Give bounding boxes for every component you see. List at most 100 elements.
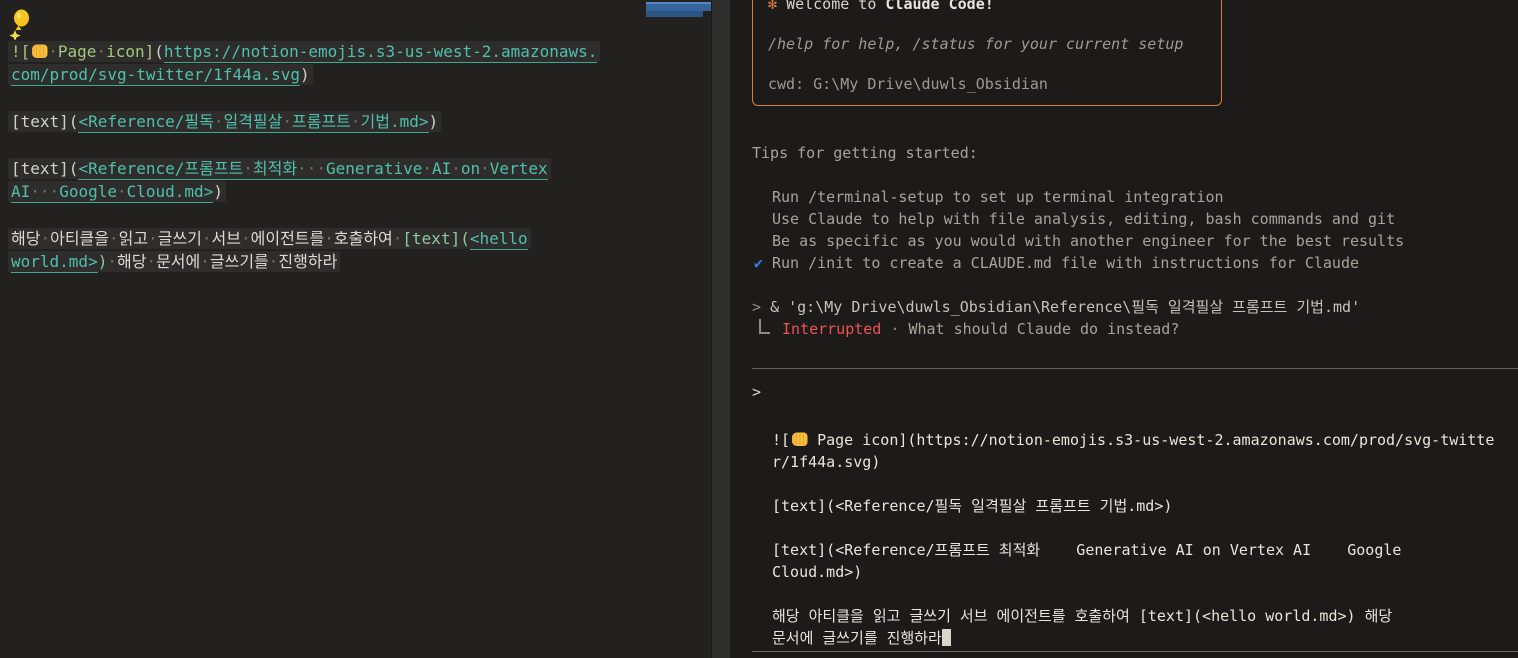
editor-line[interactable]: ![·Page·icon](https://notion-emojis.s3-u… <box>8 40 730 63</box>
prompt-line[interactable]: > <box>752 381 1518 403</box>
whitespace-dot: · <box>148 229 158 248</box>
markdown-token: ) <box>428 112 439 131</box>
whitespace-dot: · <box>240 229 251 248</box>
whitespace-dot: · <box>316 159 327 178</box>
terminal-input-line[interactable]: 문서에 글쓰기를 진행하라 <box>772 627 1518 649</box>
terminal-input-text[interactable]: ![ Page icon](https://notion-emojis.s3-u… <box>772 429 1518 649</box>
whitespace-dot: · <box>451 159 461 178</box>
whitespace-dot: · <box>30 182 40 201</box>
prompt-caret: > <box>752 298 771 316</box>
whitespace-dot: · <box>392 229 403 248</box>
tip-item: Use Claude to help with file analysis, e… <box>772 210 1396 228</box>
terminal-input-line[interactable]: 해당 아티클을 읽고 글쓰기 서브 에이전트를 호출하여 [text](<hel… <box>772 605 1518 627</box>
terminal-input-line[interactable] <box>772 473 1518 495</box>
split-view: ![·Page·icon](https://notion-emojis.s3-u… <box>0 0 1518 658</box>
tip-item: Be as specific as you would with another… <box>772 232 1405 250</box>
terminal-input-line[interactable]: Cloud.md>) <box>772 561 1518 583</box>
markdown-link[interactable]: <Reference/프롬프트·최적화···Generative·AI·on·V… <box>78 159 548 180</box>
editor-line[interactable]: [text](<Reference/필독·일격필살·프롬프트·기법.md>) <box>8 110 730 133</box>
markdown-token: ( <box>154 42 164 61</box>
terminal-input-line[interactable]: [text](<Reference/프롬프트 최적화 Generative AI… <box>772 539 1518 561</box>
editor-content[interactable]: ![·Page·icon](https://notion-emojis.s3-u… <box>8 40 730 273</box>
whitespace-dot: · <box>422 159 432 178</box>
brand-name: Claude Code! <box>885 0 994 13</box>
whitespace-dot: · <box>268 252 279 271</box>
editor-line[interactable]: world.md>)·해당·문서에·글쓰기를·진행하라 <box>8 250 730 273</box>
tip-item: Run /terminal-setup to set up terminal i… <box>772 188 1224 206</box>
terminal-input-line[interactable]: [text](<Reference/필독 일격필살 프롬프트 기법.md>) <box>772 495 1518 517</box>
whitespace-dot: · <box>297 159 307 178</box>
whitespace-dot: · <box>282 112 293 131</box>
welcome-title-text: Welcome to <box>786 0 886 13</box>
prompt-caret: > <box>752 383 762 401</box>
tips-section: Tips for getting started: Run /terminal-… <box>752 142 1518 274</box>
previous-command-line: > & 'g:\My Drive\duwls_Obsidian\Referenc… <box>752 296 1518 318</box>
markdown-token: ) <box>213 182 223 201</box>
terminal-input-line[interactable] <box>772 517 1518 539</box>
interrupted-result-line: Interrupted · What should Claude do inst… <box>752 318 1518 340</box>
welcome-title: ✻ Welcome to Claude Code! <box>768 0 1206 15</box>
markdown-paragraph[interactable]: [text](<Reference/필독·일격필살·프롬프트·기법.md>) <box>8 110 730 133</box>
whitespace-dot: · <box>480 159 490 178</box>
tips-header: Tips for getting started: <box>752 144 978 162</box>
minimap-selection-mark[interactable] <box>646 2 711 11</box>
dot-separator: · <box>881 320 909 338</box>
editor-line[interactable]: 해당·아티클을·읽고·글쓰기·서브·에이전트를·호출하여·[text](<hel… <box>8 227 730 250</box>
markdown-token: ) <box>299 65 310 84</box>
whitespace-dot: · <box>96 42 107 61</box>
markdown-paragraph[interactable]: 해당·아티클을·읽고·글쓰기·서브·에이전트를·호출하여·[text](<hel… <box>8 227 730 273</box>
markdown-link[interactable]: <hello <box>469 229 528 250</box>
interrupt-elbow-icon <box>759 319 770 334</box>
whitespace-dot: · <box>49 182 60 201</box>
whitespace-dot: · <box>200 252 210 271</box>
markdown-token: 해당·아티클을·읽고·글쓰기·서브·에이전트를·호출하여· <box>11 229 403 248</box>
editor-scrollbar[interactable] <box>711 0 730 658</box>
help-hint-line: /help for help, /status for your current… <box>768 35 1184 53</box>
check-icon: ✔ <box>754 254 764 272</box>
previous-command-text: & 'g:\My Drive\duwls_Obsidian\Reference\… <box>770 298 1361 316</box>
terminal-input-line[interactable] <box>772 583 1518 605</box>
editor-line[interactable]: AI···Google·Cloud.md>) <box>8 180 730 203</box>
markdown-token: [text]( <box>402 229 470 248</box>
cwd-line: cwd: G:\My Drive\duwls_Obsidian <box>768 75 1048 93</box>
whitespace-dot: · <box>306 159 317 178</box>
whitespace-dot: · <box>243 159 253 178</box>
whitespace-dot: · <box>39 182 50 201</box>
markdown-token: ![ <box>11 42 31 61</box>
editor-line[interactable]: com/prod/svg-twitter/1f44a.svg) <box>8 63 730 86</box>
whitespace-dot: · <box>108 229 119 248</box>
whitespace-dot: · <box>107 252 117 271</box>
text-cursor <box>941 629 951 646</box>
markdown-token: [text]( <box>11 112 79 131</box>
tips-list: Run /terminal-setup to set up terminal i… <box>752 186 1518 274</box>
terminal-input-line[interactable]: r/1f44a.svg) <box>772 451 1518 473</box>
markdown-paragraph[interactable]: [text](<Reference/프롬프트·최적화···Generative·… <box>8 157 730 203</box>
fist-emoji-icon <box>790 430 808 448</box>
interrupted-status: Interrupted <box>782 320 882 338</box>
markdown-paragraph[interactable]: ![·Page·icon](https://notion-emojis.s3-u… <box>8 40 730 86</box>
terminal-input-line[interactable]: ![ Page icon](https://notion-emojis.s3-u… <box>772 429 1518 451</box>
markdown-link[interactable]: https://notion-emojis.s3-us-west-2.amazo… <box>163 42 598 63</box>
markdown-link[interactable]: world.md> <box>11 252 98 273</box>
whitespace-dot: · <box>324 229 334 248</box>
markdown-token: ) <box>97 252 108 271</box>
asterisk-star-icon: ✻ <box>768 0 787 13</box>
fist-emoji-icon <box>30 42 48 60</box>
editor-line[interactable]: [text](<Reference/프롬프트·최적화···Generative·… <box>8 157 730 180</box>
welcome-box: ✻ Welcome to Claude Code! /help for help… <box>752 0 1222 106</box>
terminal-pane[interactable]: ✻ Welcome to Claude Code! /help for help… <box>730 0 1518 658</box>
whitespace-dot: · <box>213 112 224 131</box>
markdown-link[interactable]: AI···Google·Cloud.md> <box>11 182 214 203</box>
minimap-selection-mark[interactable] <box>646 11 703 17</box>
whitespace-dot: · <box>350 112 361 131</box>
editor-pane[interactable]: ![·Page·icon](https://notion-emojis.s3-u… <box>0 0 730 658</box>
page-icon-row <box>8 8 730 41</box>
whitespace-dot: · <box>40 229 51 248</box>
markdown-token: ·해당·문서에·글쓰기를·진행하라 <box>107 252 338 271</box>
markdown-link[interactable]: com/prod/svg-twitter/1f44a.svg <box>11 65 300 86</box>
command-history: > & 'g:\My Drive\duwls_Obsidian\Referenc… <box>752 296 1518 340</box>
markdown-document[interactable]: ![·Page·icon](https://notion-emojis.s3-u… <box>0 0 730 273</box>
markdown-link[interactable]: <Reference/필독·일격필살·프롬프트·기법.md> <box>78 112 429 133</box>
whitespace-dot: · <box>146 252 157 271</box>
markdown-token: [text]( <box>11 159 79 178</box>
